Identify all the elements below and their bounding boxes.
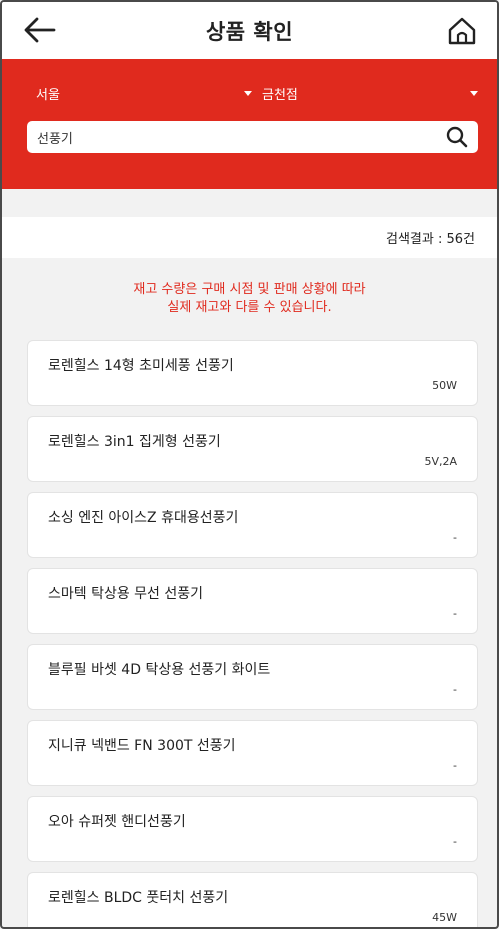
result-count: 검색결과 : 56건 xyxy=(386,232,475,247)
product-item[interactable]: 로렌힐스 3in1 집게형 선풍기 5V,2A xyxy=(27,416,478,482)
product-item[interactable]: 로렌힐스 14형 초미세풍 선풍기 50W xyxy=(27,340,478,406)
app-frame: 상품 확인 서울 금천점 검색결과 : 56건 xyxy=(0,0,499,929)
product-item[interactable]: 소싱 엔진 아이스Z 휴대용선풍기 - xyxy=(27,492,478,558)
product-spec: - xyxy=(453,835,457,848)
search-input[interactable] xyxy=(27,121,427,153)
product-item[interactable]: 오아 슈퍼젯 핸디선풍기 - xyxy=(27,796,478,862)
product-name: 블루필 바셋 4D 탁상용 선풍기 화이트 xyxy=(48,662,271,678)
search-box xyxy=(27,121,478,153)
product-item[interactable]: 스마텍 탁상용 무선 선풍기 - xyxy=(27,568,478,634)
product-item[interactable]: 블루필 바셋 4D 탁상용 선풍기 화이트 - xyxy=(27,644,478,710)
region-select-value: 서울 xyxy=(36,87,60,103)
caret-down-icon xyxy=(244,91,252,96)
product-name: 로렌힐스 14형 초미세풍 선풍기 xyxy=(48,358,234,374)
page-title: 상품 확인 xyxy=(205,19,294,44)
product-name: 소싱 엔진 아이스Z 휴대용선풍기 xyxy=(48,510,239,526)
home-button[interactable] xyxy=(445,14,479,48)
product-item[interactable]: 로렌힐스 BLDC 풋터치 선풍기 45W xyxy=(27,872,478,927)
result-count-bar: 검색결과 : 56건 xyxy=(2,217,497,258)
back-button[interactable] xyxy=(22,14,58,46)
caret-down-icon xyxy=(470,91,478,96)
stock-notice-line1: 재고 수량은 구매 시점 및 판매 상황에 따라 xyxy=(133,282,366,297)
search-button[interactable] xyxy=(446,126,468,148)
product-list: 로렌힐스 14형 초미세풍 선풍기 50W 로렌힐스 3in1 집게형 선풍기 … xyxy=(27,340,478,927)
arrow-left-icon xyxy=(24,17,56,43)
home-icon xyxy=(448,17,476,45)
product-spec: 50W xyxy=(432,379,457,392)
region-select[interactable]: 서울 xyxy=(36,81,252,105)
product-spec: - xyxy=(453,607,457,620)
product-name: 로렌힐스 3in1 집게형 선풍기 xyxy=(48,434,221,450)
filter-panel: 서울 금천점 xyxy=(2,59,497,189)
product-name: 스마텍 탁상용 무선 선풍기 xyxy=(48,586,204,602)
product-name: 로렌힐스 BLDC 풋터치 선풍기 xyxy=(48,890,229,906)
stock-notice: 재고 수량은 구매 시점 및 판매 상황에 따라 실제 재고와 다를 수 있습니… xyxy=(2,281,497,317)
stock-notice-line2: 실제 재고와 다를 수 있습니다. xyxy=(167,300,332,315)
product-spec: 5V,2A xyxy=(424,455,457,468)
product-name: 오아 슈퍼젯 핸디선풍기 xyxy=(48,814,186,830)
product-item[interactable]: 지니큐 넥밴드 FN 300T 선풍기 - xyxy=(27,720,478,786)
store-select-value: 금천점 xyxy=(262,87,298,103)
search-icon xyxy=(446,126,468,148)
product-spec: - xyxy=(453,759,457,772)
product-spec: 45W xyxy=(432,911,457,924)
product-name: 지니큐 넥밴드 FN 300T 선풍기 xyxy=(48,738,236,754)
product-spec: - xyxy=(453,683,457,696)
store-select[interactable]: 금천점 xyxy=(262,81,478,105)
product-spec: - xyxy=(453,531,457,544)
app-header: 상품 확인 xyxy=(2,2,497,59)
